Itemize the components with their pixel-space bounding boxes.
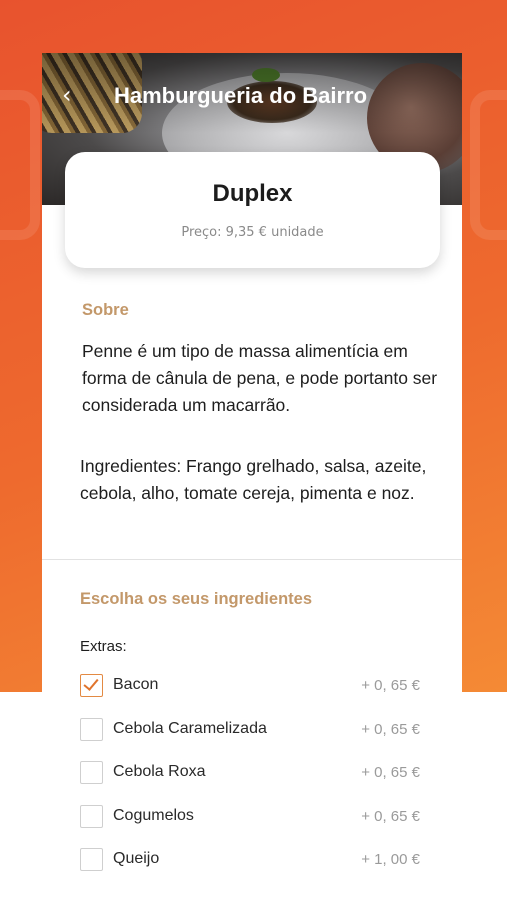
option-name: Queijo	[113, 850, 160, 867]
option-name: Bacon	[113, 676, 159, 693]
checkbox[interactable]	[80, 718, 103, 741]
product-price: Preço: 9,35 € unidade	[181, 225, 324, 240]
checkbox[interactable]	[80, 848, 103, 871]
extra-option-bacon[interactable]: Bacon + 0, 65 €	[80, 673, 420, 699]
option-price: + 0, 65 €	[361, 677, 420, 694]
app-screen: ‹ Hamburgueria do Bairro Duplex Preço: 9…	[42, 53, 462, 900]
checkmark-icon	[83, 675, 99, 691]
chevron-left-icon: ‹	[62, 81, 72, 109]
option-price: + 0, 65 €	[361, 808, 420, 825]
back-button[interactable]: ‹	[62, 81, 84, 109]
product-description: Penne é um tipo de massa alimentícia em …	[82, 341, 438, 415]
checkbox[interactable]	[80, 761, 103, 784]
option-price: + 0, 65 €	[361, 721, 420, 738]
product-name: Duplex	[212, 180, 293, 207]
extra-option-cogumelos[interactable]: Cogumelos + 0, 65 €	[80, 804, 420, 830]
option-name: Cebola Roxa	[113, 763, 206, 780]
checkbox[interactable]	[80, 805, 103, 828]
option-price: + 1, 00 €	[361, 851, 420, 868]
background-decoration	[0, 90, 40, 240]
extra-option-queijo[interactable]: Queijo + 1, 00 €	[80, 847, 420, 873]
option-price: + 0, 65 €	[361, 764, 420, 781]
checkbox[interactable]	[80, 674, 103, 697]
restaurant-title: Hamburgueria do Bairro	[114, 83, 368, 108]
extras-label: Extras:	[80, 638, 127, 655]
option-name: Cebola Caramelizada	[113, 720, 267, 737]
extra-option-cebola-caramelizada[interactable]: Cebola Caramelizada + 0, 65 €	[80, 717, 420, 743]
background-decoration	[470, 90, 507, 240]
product-card: Duplex Preço: 9,35 € unidade	[65, 152, 440, 268]
section-divider	[42, 559, 462, 560]
customize-section-title: Escolha os seus ingredientes	[80, 590, 312, 608]
about-section-title: Sobre	[82, 301, 129, 319]
product-ingredients: Ingredientes: Frango grelhado, salsa, az…	[80, 456, 427, 503]
option-name: Cogumelos	[113, 807, 194, 824]
extra-option-cebola-roxa[interactable]: Cebola Roxa + 0, 65 €	[80, 760, 420, 786]
